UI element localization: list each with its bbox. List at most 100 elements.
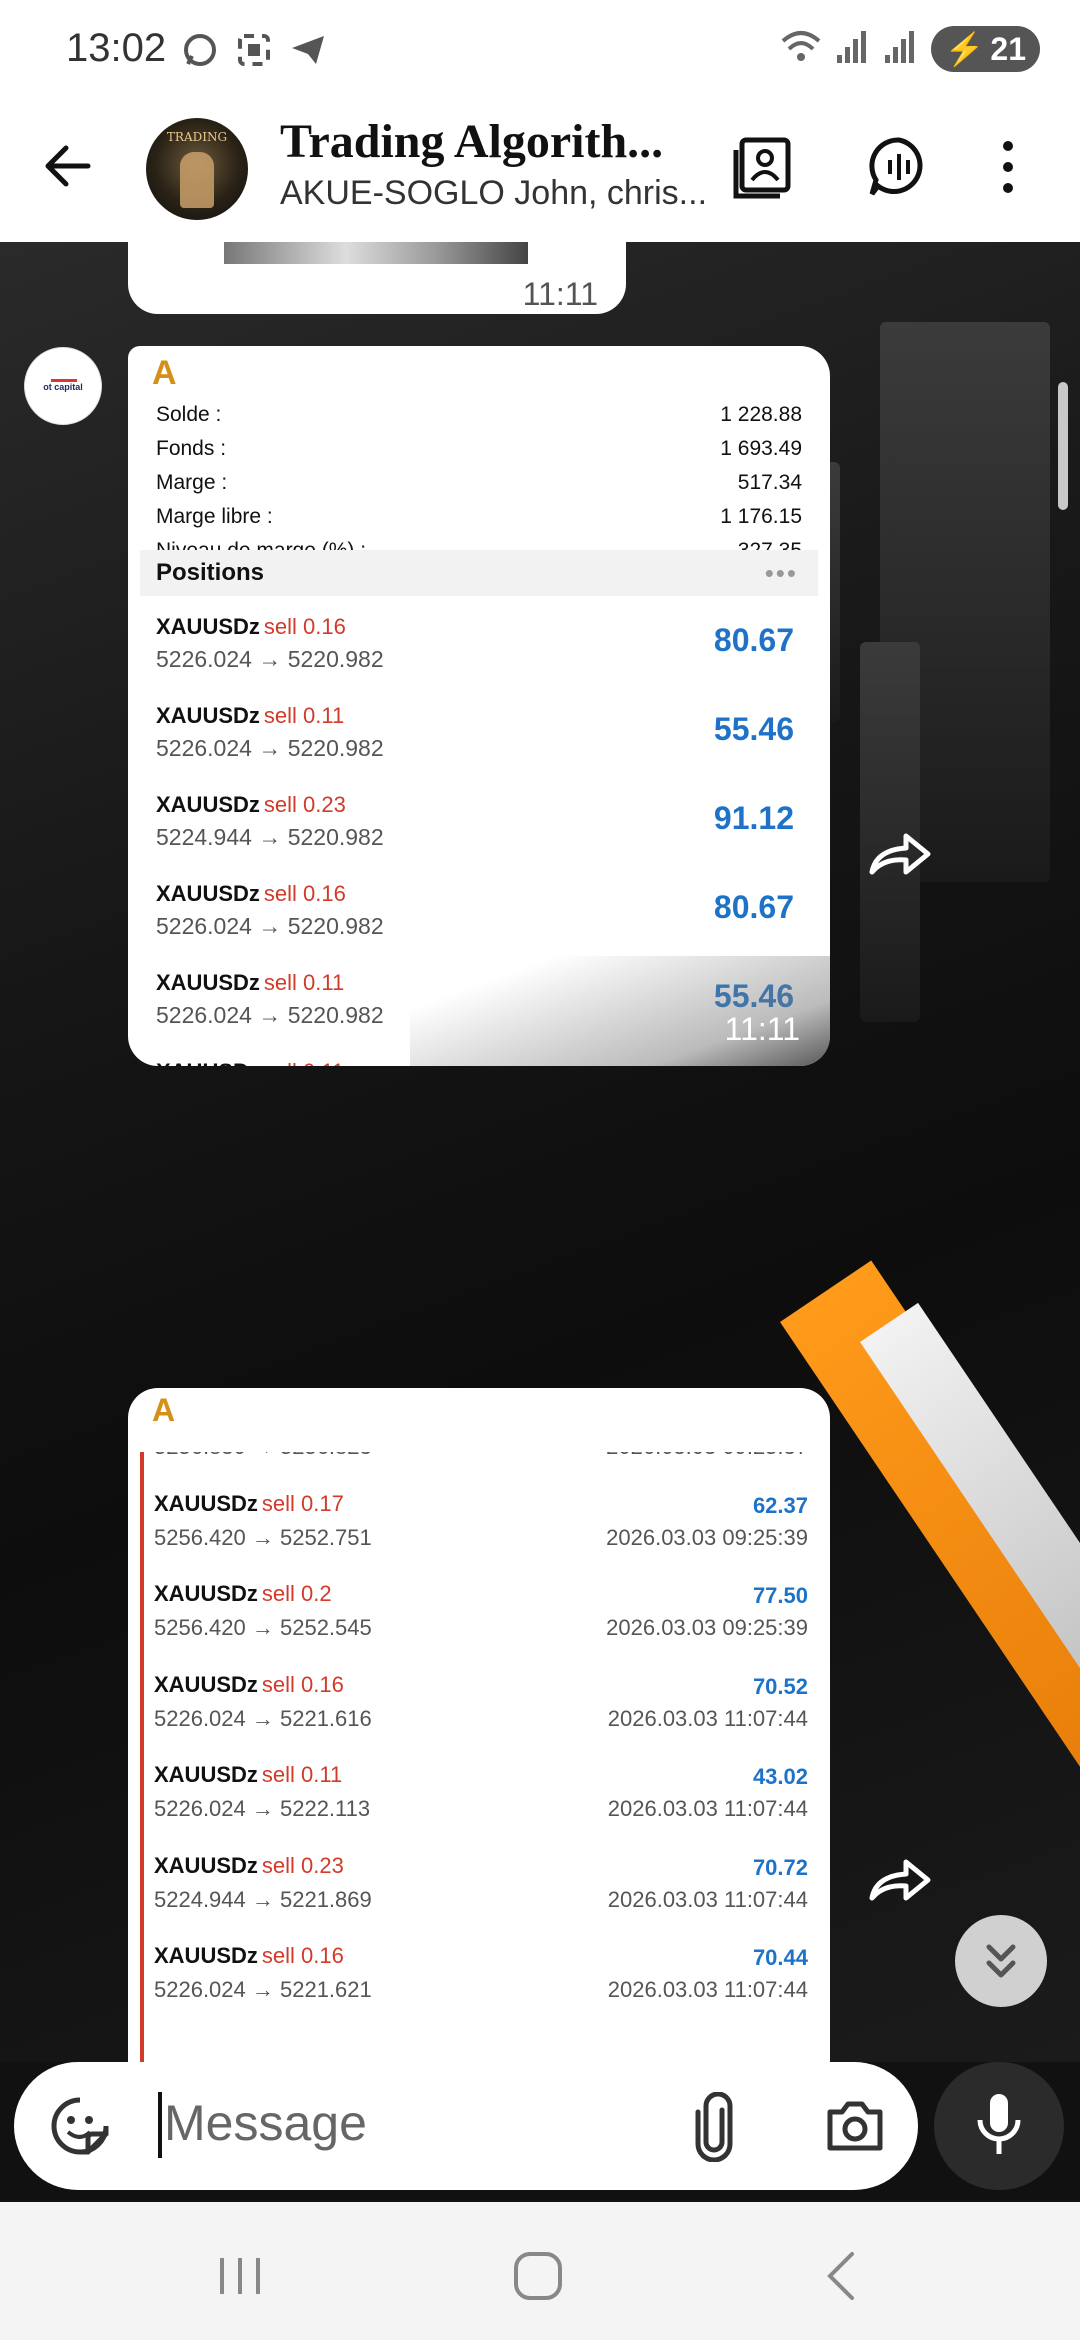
- forward-icon[interactable]: [866, 1852, 936, 1906]
- system-nav-bar: [0, 2202, 1080, 2340]
- history-profit: 70.44: [752, 1945, 808, 1970]
- group-avatar[interactable]: TRADING: [146, 118, 248, 220]
- position-profit: 55.46: [713, 711, 794, 747]
- history-profit: 70.52: [752, 1673, 808, 1699]
- trade-action: sell 0.16: [261, 1671, 344, 1697]
- symbol-name: XAUUSDz: [154, 1490, 258, 1516]
- history-prices: 5226.024 → 5221.616: [154, 1705, 372, 1731]
- history-row: XAUUSDz sell 0.11 5226.024 → 5222.113 43.02…: [144, 1750, 818, 1841]
- message-bubble-positions[interactable]: A Solde : 1 228.88 Fonds : 1 693.49 Marge : 5…: [128, 346, 830, 1066]
- trade-action: sell 0.16: [261, 1943, 344, 1968]
- bolt-icon: ⚡: [944, 31, 985, 67]
- history-symbol: XAUUSDz sell 0.16: [154, 1672, 344, 1698]
- history-prices: 5226.024 → 5221.621: [154, 1977, 372, 2002]
- history-prices: 5226.024 → 5222.113: [154, 1796, 371, 1821]
- more-options-icon[interactable]: [990, 134, 1026, 200]
- history-profit: 62.37: [752, 1492, 808, 1518]
- position-row: XAUUSDz sell 0.23 5224.944 → 5220.982 91.12: [148, 778, 810, 867]
- trade-action: sell 0.16: [263, 881, 346, 906]
- status-notification-icons: [180, 30, 328, 70]
- trade-action: sell 0.11: [263, 970, 345, 995]
- symbol-name: XAUUSDz: [154, 1762, 258, 1787]
- account-row: Fonds : 1 693.49: [148, 432, 810, 466]
- positions-title: Positions: [156, 559, 265, 586]
- symbol-name: XAUUSDz: [156, 792, 260, 817]
- history-symbol: XAUUSDz sell 0.2: [154, 1581, 332, 1607]
- wifi-icon: [781, 29, 821, 70]
- account-summary: Solde : 1 228.88 Fonds : 1 693.49 Marge : 517…: [148, 398, 810, 568]
- double-chevron-down-icon: [986, 1944, 1016, 1978]
- message-placeholder: Message: [164, 2095, 367, 2151]
- position-prices: 5226.024 → 5220.982: [156, 1002, 384, 1028]
- account-label: Marge :: [156, 471, 228, 494]
- account-value: 517.34: [737, 471, 802, 494]
- history-date: 2026.03.03 09:25:39: [606, 1524, 808, 1550]
- account-label: Solde :: [156, 403, 222, 426]
- message-bubble-history[interactable]: A XAUUSDzsell 0.165256.830 → 5256.8230.0…: [128, 1388, 830, 2062]
- position-symbol: XAUUSDz sell 0.23: [156, 792, 346, 818]
- position-prices: 5226.024 → 5220.982: [156, 646, 384, 672]
- trade-action: sell 0.2: [261, 1581, 332, 1606]
- sender-name[interactable]: A: [152, 354, 177, 393]
- symbol-name: XAUUSDz: [154, 1943, 258, 1968]
- trade-action: sell 0.23: [263, 792, 346, 817]
- voice-record-button[interactable]: [934, 2062, 1064, 2190]
- status-time: 13:02: [66, 26, 167, 70]
- account-value: 1 228.88: [720, 403, 802, 426]
- chat-area[interactable]: 11:11 ot capital A Solde : 1 228.88 Fonds …: [0, 242, 1080, 2062]
- message-input[interactable]: Message: [14, 2062, 918, 2190]
- chat-scrollbar[interactable]: [1058, 382, 1068, 510]
- history-date: 2026.03.03 11:07:44: [607, 1886, 808, 1912]
- camera-icon[interactable]: [824, 2096, 886, 2156]
- symbol-name: XAUUSDz: [154, 1671, 258, 1697]
- contact-card-icon[interactable]: [730, 134, 796, 200]
- message-image[interactable]: [224, 242, 528, 264]
- trade-action: sell 0.11: [264, 1059, 344, 1066]
- account-label: Marge libre :: [156, 505, 273, 528]
- symbol-name: XAUUSDz: [156, 970, 260, 995]
- history-row: XAUUSDz sell 0.2 5256.420 → 5252.545 77.50 2…: [144, 1569, 818, 1660]
- symbol-name: XAUUSDz: [156, 881, 260, 906]
- whatsapp-icon: [180, 30, 220, 70]
- voice-chat-icon[interactable]: [866, 134, 932, 200]
- attach-icon[interactable]: [692, 2091, 736, 2163]
- account-row: Marge libre : 1 176.15: [148, 500, 810, 534]
- history-symbol: XAUUSDz sell 0.11: [154, 1762, 342, 1788]
- trade-action: sell 0.11: [261, 1762, 343, 1787]
- trade-action: sell 0.11: [263, 703, 345, 728]
- chat-title[interactable]: Trading Algorith...: [280, 114, 663, 169]
- status-system-icons: ⚡ 21: [781, 26, 1040, 72]
- position-row: XAUUSDz sell 0.16 5226.024 → 5220.982 80.67: [148, 867, 810, 956]
- account-value: 1 176.15: [720, 505, 802, 528]
- history-list: XAUUSDzsell 0.165256.830 → 5256.8230.072…: [140, 1452, 818, 2062]
- message-time: 11:11: [522, 276, 598, 312]
- battery-indicator: ⚡ 21: [930, 26, 1040, 72]
- trade-action: sell 0.17: [261, 1490, 344, 1516]
- sender-avatar[interactable]: ot capital: [24, 347, 102, 425]
- signal-icon-2: [883, 29, 917, 70]
- battery-level: 21: [990, 30, 1026, 67]
- message-time: 11:11: [724, 1011, 800, 1047]
- sender-name[interactable]: A: [152, 1392, 175, 1429]
- home-icon[interactable]: [508, 2246, 568, 2306]
- forward-icon[interactable]: [866, 826, 936, 880]
- scroll-to-bottom-button[interactable]: [955, 1915, 1047, 2007]
- chat-members[interactable]: AKUE-SOGLO John, chris...: [280, 174, 707, 213]
- message-bubble-image[interactable]: 11:11: [128, 242, 626, 314]
- sticker-icon[interactable]: [48, 2094, 112, 2158]
- history-date: 2026.03.03 09:25:37: [606, 1452, 808, 1460]
- history-prices: 5256.420 → 5252.545: [154, 1615, 372, 1640]
- recent-apps-icon[interactable]: [210, 2246, 270, 2306]
- account-row: Marge : 517.34: [148, 466, 810, 500]
- mic-icon: [977, 2094, 1021, 2154]
- position-row: XAUUSDzsell 0.11 5226.024 → 5220.982 55.46: [148, 689, 810, 778]
- history-row: XAUUSDz sell 0.23 5224.944 → 5221.869 70.72…: [144, 1841, 818, 1932]
- history-date: 2026.03.03 09:25:39: [606, 1615, 808, 1640]
- sender-avatar-text: ot capital: [43, 382, 83, 392]
- history-symbol: XAUUSDz sell 0.23: [154, 1853, 344, 1879]
- symbol-name: XAUUSDz: [156, 1059, 260, 1066]
- position-prices: 5226.024 → 5220.982: [156, 913, 384, 939]
- back-arrow-icon[interactable]: [38, 136, 98, 196]
- system-back-icon[interactable]: [812, 2246, 872, 2306]
- positions-header: Positions •••: [140, 550, 818, 596]
